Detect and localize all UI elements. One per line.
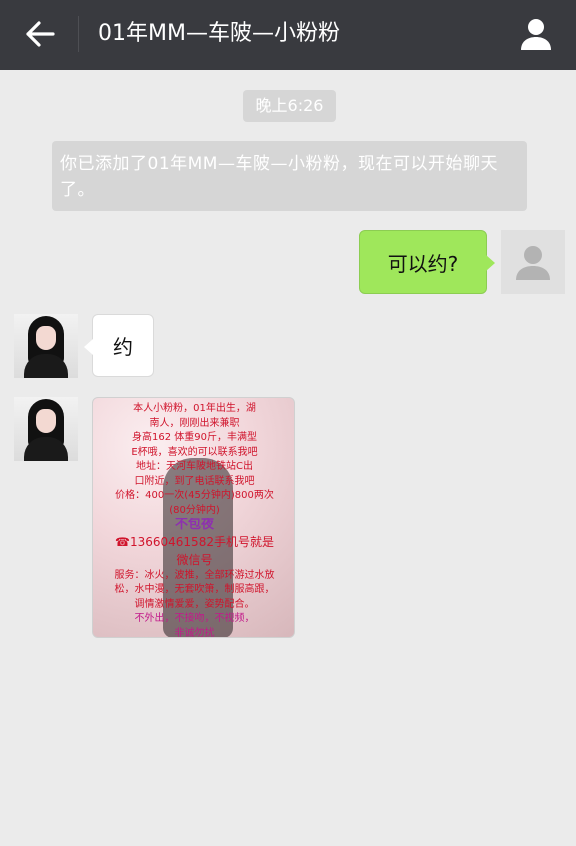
back-button[interactable] (18, 14, 62, 54)
avatar-photo-face (36, 409, 56, 433)
image-text-line: 口附近，到了电话联系我吧 (134, 475, 255, 487)
chat-info-button[interactable] (516, 14, 556, 54)
image-text-block: 本人小粉粉，01年出生，湖 南人，刚刚出来兼职 身高162 体重90斤，丰满型 … (93, 402, 294, 638)
person-icon (521, 19, 551, 50)
system-message: 你已添加了01年MM—车陂—小粉粉，现在可以开始聊天了。 (52, 141, 527, 211)
outgoing-message-text: 可以约? (387, 251, 459, 276)
image-text-line: 非诚勿扰 (174, 627, 215, 638)
image-message[interactable]: 本人小粉粉，01年出生，湖 南人，刚刚出来兼职 身高162 体重90斤，丰满型 … (92, 397, 295, 638)
image-text-line: 本人小粉粉，01年出生，湖 (133, 403, 256, 414)
chat-title: 01年MM—车陂—小粉粉 (98, 21, 340, 46)
image-text-line: 调情激情爱爱，姿势配合。 (134, 598, 255, 610)
arrow-left-icon (26, 21, 55, 47)
top-bar: 01年MM—车陂—小粉粉 (0, 0, 576, 70)
timestamp: 晚上6:26 (243, 90, 336, 122)
image-text-line: (80分钟内) (169, 504, 220, 516)
image-text-line: 不外出，不接吻，不视频， (134, 613, 255, 624)
image-text-line: 价格：400一次(45分钟内)800两次 (115, 490, 274, 501)
image-text-line: 南人，刚刚出来兼职 (149, 417, 240, 429)
contact-avatar[interactable] (14, 314, 78, 378)
incoming-message-bubble[interactable]: 约 (84, 314, 154, 377)
image-text-line: 微信号 (176, 552, 213, 567)
contact-avatar-2[interactable] (14, 397, 78, 461)
image-text-phone: ☎13660461582手机号就是 (115, 534, 274, 549)
avatar-photo-face (36, 326, 56, 350)
image-text-line: 身高162 体重90斤，丰满型 (132, 432, 257, 443)
default-avatar-icon (516, 246, 550, 280)
image-text-line: E杯哦，喜欢的可以联系我吧 (131, 446, 258, 458)
header-divider (78, 16, 79, 52)
my-avatar[interactable] (501, 230, 565, 294)
image-text-line: 服务：冰火，波推，全部环游过水放 (114, 569, 275, 581)
incoming-message-text: 约 (113, 335, 133, 359)
outgoing-message-bubble[interactable]: 可以约? (359, 230, 495, 294)
image-text-line: 松，水中漫，无套吹箫，制服高跟， (114, 584, 275, 595)
image-text-highlight: 不包夜 (174, 518, 214, 532)
image-text-line: 地址：天河车陂地铁站C出 (136, 461, 253, 472)
